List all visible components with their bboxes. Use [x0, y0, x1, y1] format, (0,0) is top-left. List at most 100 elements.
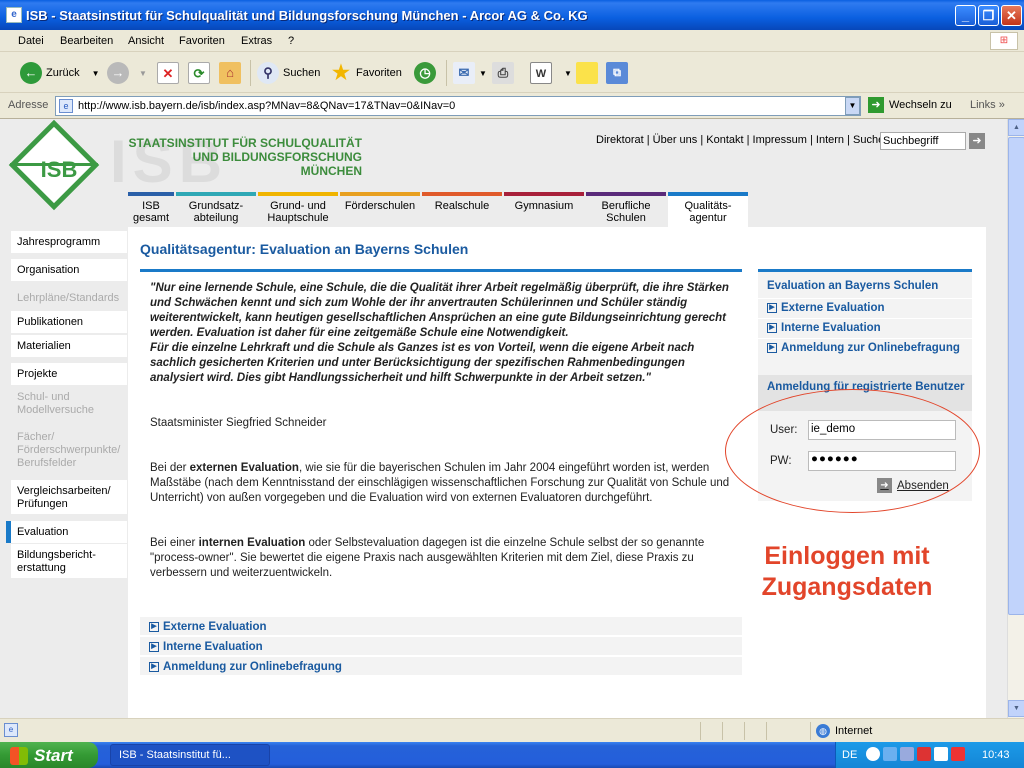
nav-item-bildungsberichterstattung[interactable]: Bildungsbericht-erstattung: [11, 544, 127, 578]
favorites-label: Favoriten: [356, 67, 402, 79]
site-search-input[interactable]: Suchbegriff: [880, 132, 966, 150]
nav-item-materialien[interactable]: Materialien: [11, 335, 127, 357]
forward-dropdown-icon[interactable]: ▼: [139, 69, 147, 78]
menu-ansicht[interactable]: Ansicht: [128, 35, 164, 47]
link-onlinebefragung[interactable]: ▶ Anmeldung zur Onlinebefragung: [140, 657, 742, 676]
history-button[interactable]: ◷: [414, 59, 440, 87]
go-button[interactable]: ➜ Wechseln zu: [868, 97, 952, 113]
bold-term: externen Evaluation: [189, 462, 299, 474]
tab-label: Grund- und: [270, 200, 326, 212]
discuss-button[interactable]: [576, 59, 602, 87]
link-externe-evaluation[interactable]: ▶ Externe Evaluation: [140, 617, 742, 636]
menu-datei[interactable]: Datei: [18, 35, 44, 47]
display-tray-icon[interactable]: [900, 747, 914, 761]
annotation-text: Einloggen mit Zugangsdaten: [740, 541, 954, 603]
tab-isb-gesamt[interactable]: ISB gesamt: [128, 192, 174, 226]
nav-label: Fächer/: [17, 431, 55, 443]
sidebox-link-externe-evaluation[interactable]: ▶ Externe Evaluation: [758, 298, 972, 318]
paragraph-external-evaluation: Bei der externen Evaluation, wie sie für…: [150, 461, 735, 506]
messenger-button[interactable]: ⧉: [606, 59, 632, 87]
tab-gymnasium[interactable]: Gymnasium: [504, 192, 584, 226]
link-label: Anmeldung zur Onlinebefragung: [163, 661, 342, 673]
mail-button[interactable]: ✉ ▼: [453, 59, 487, 87]
vertical-scrollbar[interactable]: ▲ ▼: [1007, 119, 1024, 718]
refresh-button[interactable]: ⟳: [188, 59, 214, 87]
window-title-bar[interactable]: e ISB - Staatsinstitut für Schulqualität…: [0, 0, 1024, 30]
minimize-button[interactable]: _: [955, 5, 976, 26]
tab-qualitaetsagentur[interactable]: Qualitäts-agentur: [668, 192, 748, 227]
menu-favoriten[interactable]: Favoriten: [179, 35, 225, 47]
volume-tray-icon[interactable]: [934, 747, 948, 761]
link-label: Interne Evaluation: [781, 322, 881, 334]
scroll-down-icon[interactable]: ▼: [1008, 700, 1024, 717]
nav-item-jahresprogramm[interactable]: Jahresprogramm: [11, 231, 127, 253]
nav-item-projekte[interactable]: Projekte: [11, 363, 127, 385]
close-button[interactable]: ✕: [1001, 5, 1022, 26]
edit-dropdown-icon[interactable]: ▼: [564, 69, 572, 78]
tab-foerderschulen[interactable]: Förderschulen: [340, 192, 420, 226]
menu-help[interactable]: ?: [288, 35, 294, 47]
edit-button[interactable]: W ▼: [530, 59, 572, 87]
tab-label: agentur: [689, 212, 727, 224]
links-toolbar[interactable]: Links »: [970, 99, 1005, 111]
arrow-box-icon: ▶: [149, 622, 159, 632]
paragraph-internal-evaluation: Bei einer internen Evaluation oder Selbs…: [150, 536, 735, 581]
logo-text: ISB: [40, 157, 78, 182]
nav-item-schulversuche[interactable]: Schul- und Modellversuche: [11, 386, 127, 418]
address-dropdown-icon[interactable]: ▼: [845, 97, 860, 115]
start-button[interactable]: Start: [0, 742, 98, 768]
site-search-button[interactable]: ➜: [969, 133, 985, 149]
nav-label: Schul- und: [17, 391, 70, 403]
scroll-thumb[interactable]: [1008, 137, 1024, 615]
nav-item-lehrplaene[interactable]: Lehrpläne/Standards: [11, 287, 127, 309]
nav-label: Materialien: [17, 340, 71, 352]
maximize-button[interactable]: ❐: [978, 5, 999, 26]
mail-dropdown-icon[interactable]: ▼: [479, 69, 487, 78]
magnifier-icon: ⚲: [257, 62, 279, 84]
tab-label: abteilung: [193, 212, 239, 224]
back-dropdown-icon[interactable]: ▼: [92, 69, 100, 78]
status-separator: [700, 722, 701, 740]
nav-item-vergleichsarbeiten[interactable]: Vergleichsarbeiten/Prüfungen: [11, 480, 127, 514]
address-input[interactable]: e http://www.isb.bayern.de/isb/index.asp…: [55, 96, 861, 116]
sidebox-link-interne-evaluation[interactable]: ▶ Interne Evaluation: [758, 318, 972, 338]
tab-label: Qualitäts-: [684, 200, 732, 212]
quote-author: Staatsminister Siegfried Schneider: [150, 417, 327, 429]
nav-label: Modellversuche: [17, 404, 95, 416]
search-button[interactable]: ⚲ Suchen: [257, 59, 320, 87]
back-arrow-icon: ←: [20, 62, 42, 84]
sidebox-link-onlinebefragung[interactable]: ▶ Anmeldung zur Onlinebefragung: [758, 338, 972, 375]
menu-extras[interactable]: Extras: [241, 35, 272, 47]
nav-item-organisation[interactable]: Organisation: [11, 259, 127, 281]
scroll-up-icon[interactable]: ▲: [1008, 119, 1024, 136]
security-tray-icon[interactable]: [917, 747, 931, 761]
print-button[interactable]: ⎙: [492, 59, 518, 87]
tab-berufliche-schulen[interactable]: Berufliche Schulen: [586, 192, 666, 226]
nav-item-publikationen[interactable]: Publikationen: [11, 311, 127, 333]
nav-item-evaluation[interactable]: Evaluation: [6, 521, 127, 543]
tab-label: Berufliche: [601, 200, 651, 212]
nav-item-faecher[interactable]: Fächer/Förderschwerpunkte/Berufsfelder: [11, 426, 127, 472]
tab-label: Gymnasium: [514, 200, 574, 212]
forward-button[interactable]: → ▼: [107, 59, 147, 87]
tray-expand-icon[interactable]: [866, 747, 880, 761]
tab-grundsatzabteilung[interactable]: Grundsatz-abteilung: [176, 192, 256, 226]
link-interne-evaluation[interactable]: ▶ Interne Evaluation: [140, 637, 742, 656]
tab-realschule[interactable]: Realschule: [422, 192, 502, 226]
antivirus-tray-icon[interactable]: [951, 747, 965, 761]
home-button[interactable]: ⌂: [219, 59, 245, 87]
taskbar-item-browser[interactable]: ISB - Staatsinstitut fü...: [110, 744, 270, 766]
top-links[interactable]: Direktorat | Über uns | Kontakt | Impres…: [596, 134, 884, 146]
link-label: Externe Evaluation: [163, 621, 267, 633]
favorites-button[interactable]: ★ Favoriten: [330, 59, 402, 87]
menu-bearbeiten[interactable]: Bearbeiten: [60, 35, 113, 47]
links-label: Links: [970, 99, 996, 111]
tab-label: ISB: [142, 200, 160, 212]
network-tray-icon[interactable]: [883, 747, 897, 761]
back-label: Zurück: [46, 67, 80, 79]
language-indicator[interactable]: DE: [842, 749, 857, 761]
stop-button[interactable]: ✕: [157, 59, 183, 87]
nav-label: Lehrpläne/Standards: [17, 292, 120, 304]
back-button[interactable]: ← Zurück ▼: [20, 59, 100, 87]
tab-grund-und-hauptschule[interactable]: Grund- und Hauptschule: [258, 192, 338, 226]
